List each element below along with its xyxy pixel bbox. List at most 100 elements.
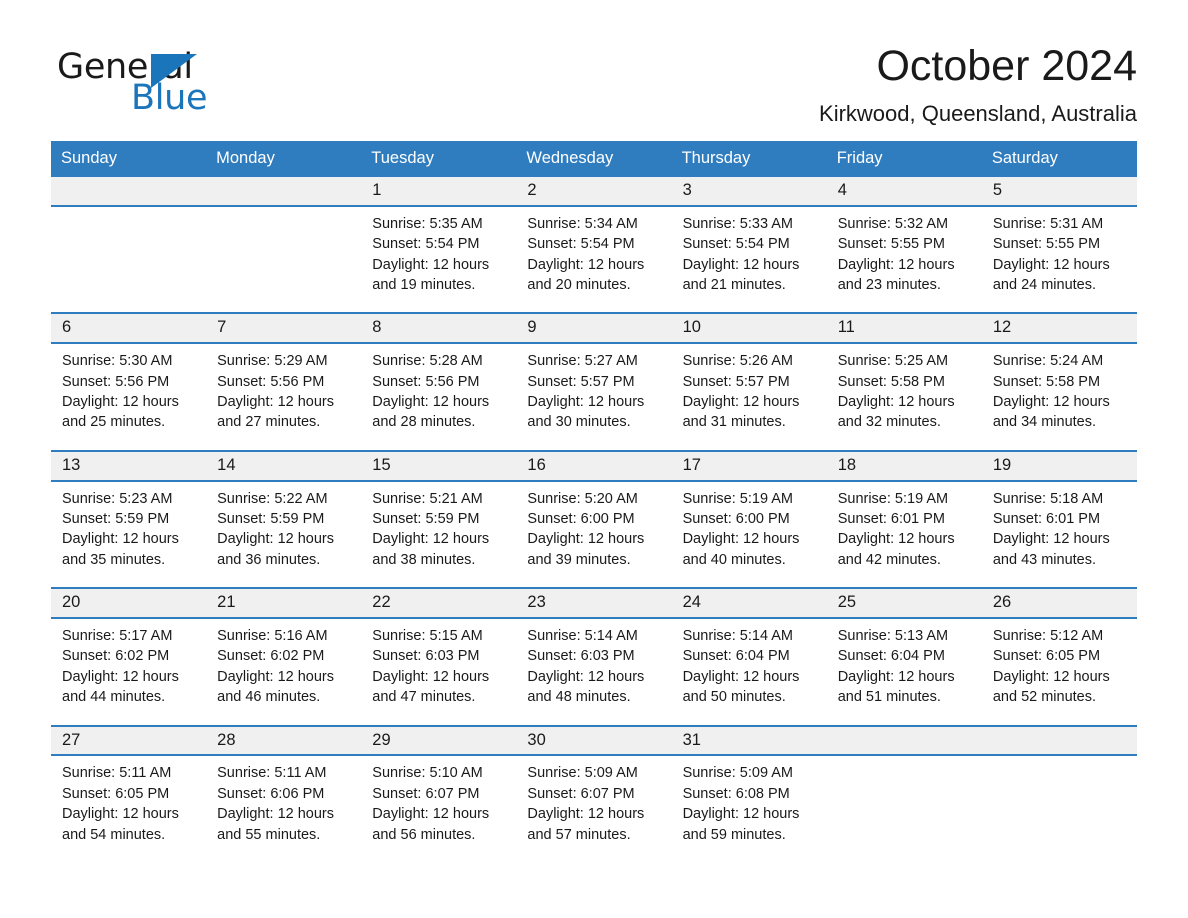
weekday-header-thursday: Thursday: [671, 141, 827, 177]
day-number-cell[interactable]: 29: [361, 724, 517, 756]
day-number-cell[interactable]: 26: [981, 587, 1137, 619]
day-number-cell[interactable]: 12: [981, 312, 1137, 344]
day-detail-cell[interactable]: Sunrise: 5:27 AM Sunset: 5:57 PM Daylight:…: [516, 342, 672, 451]
day-detail-text: Sunrise: 5:19 AM Sunset: 6:00 PM Daylight:…: [672, 482, 827, 588]
day-number: 6: [62, 318, 72, 337]
day-number-cell[interactable]: 27: [51, 724, 207, 756]
day-number: 8: [372, 318, 382, 337]
day-detail-cell[interactable]: Sunrise: 5:09 AM Sunset: 6:08 PM Daylight:…: [671, 754, 827, 863]
sunset-line: Sunset: 5:57 PM: [527, 373, 635, 390]
daylight-line-2: and 54 minutes.: [62, 826, 166, 843]
daylight-line-2: and 50 minutes.: [682, 689, 786, 706]
general-blue-logo[interactable]: General Blue: [51, 42, 251, 118]
day-detail-text: Sunrise: 5:18 AM Sunset: 6:01 PM Daylight:…: [982, 482, 1137, 588]
day-detail-cell[interactable]: Sunrise: 5:15 AM Sunset: 6:03 PM Daylight:…: [361, 617, 517, 726]
day-number-cell[interactable]: 20: [51, 587, 207, 619]
day-number-cell[interactable]: 19: [981, 449, 1137, 481]
day-detail-cell[interactable]: Sunrise: 5:21 AM Sunset: 5:59 PM Daylight:…: [361, 479, 517, 589]
day-detail-cell[interactable]: Sunrise: 5:24 AM Sunset: 5:58 PM Daylight:…: [981, 342, 1137, 451]
day-number-cell[interactable]: 3: [671, 177, 827, 206]
day-number-cell[interactable]: 7: [206, 312, 362, 344]
day-number-cell[interactable]: 13: [51, 449, 207, 481]
day-number-cell[interactable]: 6: [51, 312, 207, 344]
sunrise-line: Sunrise: 5:35 AM: [372, 215, 483, 232]
daylight-line-1: Daylight: 12 hours: [527, 668, 645, 685]
day-number-cell[interactable]: 9: [516, 312, 672, 344]
day-number: 2: [527, 181, 537, 199]
day-detail-cell[interactable]: Sunrise: 5:25 AM Sunset: 5:58 PM Daylight:…: [826, 342, 982, 451]
sunrise-line: Sunrise: 5:27 AM: [527, 353, 638, 370]
day-number: 3: [682, 181, 692, 199]
day-detail-cell[interactable]: Sunrise: 5:19 AM Sunset: 6:01 PM Daylight:…: [826, 479, 982, 589]
day-detail-cell[interactable]: Sunrise: 5:14 AM Sunset: 6:03 PM Daylight:…: [516, 617, 672, 726]
day-number-cell[interactable]: 24: [671, 587, 827, 619]
day-number-cell[interactable]: 8: [361, 312, 517, 344]
day-number-cell[interactable]: 4: [826, 177, 982, 206]
day-number-cell[interactable]: 2: [516, 177, 672, 206]
calendar-header-row: Sunday Monday Tuesday Wednesday Thursday…: [51, 141, 1137, 177]
day-number-cell[interactable]: 15: [361, 449, 517, 481]
sunset-line: Sunset: 5:59 PM: [217, 511, 325, 528]
day-detail-cell[interactable]: Sunrise: 5:20 AM Sunset: 6:00 PM Daylight:…: [516, 479, 672, 589]
day-detail-text: Sunrise: 5:14 AM Sunset: 6:03 PM Daylight:…: [516, 619, 671, 725]
day-detail-text: Sunrise: 5:31 AM Sunset: 5:55 PM Daylight:…: [982, 207, 1137, 313]
day-number-cell[interactable]: 11: [826, 312, 982, 344]
day-number-cell[interactable]: 31: [671, 724, 827, 756]
day-detail-cell[interactable]: Sunrise: 5:33 AM Sunset: 5:54 PM Daylight:…: [671, 204, 827, 314]
day-detail-cell[interactable]: Sunrise: 5:29 AM Sunset: 5:56 PM Daylight:…: [206, 342, 362, 451]
day-detail-cell[interactable]: Sunrise: 5:11 AM Sunset: 6:06 PM Daylight:…: [206, 754, 362, 863]
daylight-line-1: Daylight: 12 hours: [992, 394, 1110, 411]
week-daynum-row: 27 28 29 30 31: [51, 724, 1137, 756]
day-number-cell[interactable]: 18: [826, 449, 982, 481]
weekday-header-wednesday: Wednesday: [516, 141, 672, 177]
day-detail-cell[interactable]: Sunrise: 5:28 AM Sunset: 5:56 PM Daylight:…: [361, 342, 517, 451]
daylight-line-2: and 38 minutes.: [372, 551, 476, 568]
day-detail-cell[interactable]: Sunrise: 5:23 AM Sunset: 5:59 PM Daylight:…: [51, 479, 207, 589]
sunrise-line: Sunrise: 5:16 AM: [217, 628, 328, 645]
day-detail-cell[interactable]: Sunrise: 5:17 AM Sunset: 6:02 PM Daylight:…: [51, 617, 207, 726]
day-detail-cell[interactable]: Sunrise: 5:35 AM Sunset: 5:54 PM Daylight:…: [361, 204, 517, 314]
day-number-cell[interactable]: 17: [671, 449, 827, 481]
day-detail-cell[interactable]: Sunrise: 5:18 AM Sunset: 6:01 PM Daylight:…: [981, 479, 1137, 589]
day-detail-cell[interactable]: Sunrise: 5:16 AM Sunset: 6:02 PM Daylight:…: [206, 617, 362, 726]
day-number-cell[interactable]: 23: [516, 587, 672, 619]
day-number: 29: [372, 730, 391, 749]
sunset-line: Sunset: 6:06 PM: [217, 785, 325, 802]
day-number-cell[interactable]: 14: [206, 449, 362, 481]
day-detail-cell[interactable]: Sunrise: 5:14 AM Sunset: 6:04 PM Daylight:…: [671, 617, 827, 726]
day-number-cell[interactable]: 10: [671, 312, 827, 344]
sunset-line: Sunset: 5:55 PM: [992, 236, 1101, 253]
day-number-cell[interactable]: 16: [516, 449, 672, 481]
logo-text-blue: Blue: [131, 78, 208, 118]
day-number-cell[interactable]: 5: [981, 177, 1137, 206]
day-number-cell[interactable]: 22: [361, 587, 517, 619]
sunrise-line: Sunrise: 5:34 AM: [527, 215, 638, 232]
day-detail-cell[interactable]: Sunrise: 5:30 AM Sunset: 5:56 PM Daylight:…: [51, 342, 207, 451]
day-number-cell[interactable]: 1: [361, 177, 517, 206]
day-detail-cell[interactable]: Sunrise: 5:19 AM Sunset: 6:00 PM Daylight:…: [671, 479, 827, 589]
daylight-line-2: and 39 minutes.: [527, 551, 631, 568]
day-detail-cell[interactable]: Sunrise: 5:34 AM Sunset: 5:54 PM Daylight:…: [516, 204, 672, 314]
day-detail-text: Sunrise: 5:09 AM Sunset: 6:08 PM Daylight:…: [672, 756, 827, 862]
sunset-line: Sunset: 5:55 PM: [837, 236, 945, 253]
day-number-cell[interactable]: 21: [206, 587, 362, 619]
day-number: 14: [217, 455, 236, 474]
day-detail-cell[interactable]: Sunrise: 5:13 AM Sunset: 6:04 PM Daylight:…: [826, 617, 982, 726]
daylight-line-2: and 55 minutes.: [217, 826, 321, 843]
daylight-line-2: and 46 minutes.: [217, 689, 321, 706]
day-number-cell[interactable]: 25: [826, 587, 982, 619]
sunrise-line: Sunrise: 5:09 AM: [682, 765, 793, 782]
day-number-cell[interactable]: 30: [516, 724, 672, 756]
day-detail-cell[interactable]: Sunrise: 5:26 AM Sunset: 5:57 PM Daylight:…: [671, 342, 827, 451]
daylight-line-2: and 24 minutes.: [992, 277, 1097, 294]
daylight-line-2: and 34 minutes.: [992, 414, 1097, 431]
day-detail-cell[interactable]: Sunrise: 5:11 AM Sunset: 6:05 PM Daylight:…: [51, 754, 207, 863]
day-detail-cell[interactable]: Sunrise: 5:12 AM Sunset: 6:05 PM Daylight:…: [981, 617, 1137, 726]
day-detail-cell[interactable]: Sunrise: 5:09 AM Sunset: 6:07 PM Daylight:…: [516, 754, 672, 863]
calendar-page: General Blue October 2024 Kirkwood, Quee…: [0, 0, 1188, 918]
day-detail-cell[interactable]: Sunrise: 5:32 AM Sunset: 5:55 PM Daylight:…: [826, 204, 982, 314]
day-detail-cell[interactable]: Sunrise: 5:22 AM Sunset: 5:59 PM Daylight:…: [206, 479, 362, 589]
day-detail-cell[interactable]: Sunrise: 5:31 AM Sunset: 5:55 PM Daylight:…: [981, 204, 1137, 314]
day-number-cell[interactable]: 28: [206, 724, 362, 756]
day-detail-cell[interactable]: Sunrise: 5:10 AM Sunset: 6:07 PM Daylight:…: [361, 754, 517, 863]
